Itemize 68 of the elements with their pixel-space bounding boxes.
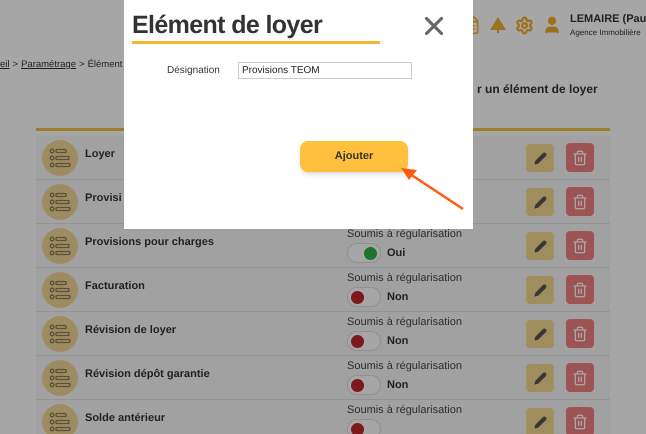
pencil-icon — [534, 284, 546, 296]
breadcrumb-text: > — [79, 58, 85, 72]
list-icon — [49, 148, 71, 168]
pencil-icon — [534, 416, 546, 428]
delete-button[interactable] — [566, 319, 594, 348]
delete-button[interactable] — [566, 363, 594, 392]
pencil-icon — [534, 328, 546, 340]
delete-button[interactable] — [566, 143, 594, 172]
list-icon — [49, 236, 71, 256]
toggle-switch[interactable] — [347, 243, 381, 263]
toggle-value: Non — [387, 334, 408, 349]
toggle-value: Non — [387, 290, 408, 305]
item-name: Solde antérieur — [85, 412, 166, 424]
regularisation-label: Soumis à régularisation — [347, 315, 463, 329]
add-button[interactable]: Ajouter — [300, 141, 408, 172]
edit-button[interactable] — [526, 144, 554, 172]
pencil-icon — [534, 152, 546, 164]
trash-icon — [572, 370, 588, 386]
trash-icon — [572, 194, 588, 210]
pencil-icon — [534, 240, 546, 252]
list-icon — [49, 412, 71, 432]
regularisation-label: Soumis à régularisation — [347, 403, 463, 417]
list-icon — [49, 280, 71, 300]
add-element-link[interactable]: r un élément de loyer — [477, 80, 598, 104]
pencil-icon — [534, 196, 546, 208]
delete-button[interactable] — [566, 275, 594, 304]
regularisation-label: Soumis à régularisation — [347, 359, 463, 373]
trash-icon — [572, 282, 588, 298]
toggle-switch[interactable] — [347, 331, 381, 351]
delete-button[interactable] — [566, 407, 594, 434]
toggle-switch[interactable] — [347, 419, 381, 434]
pencil-icon — [534, 372, 546, 384]
toggle-value: Oui — [387, 246, 406, 261]
regularisation-label: Soumis à régularisation — [347, 271, 463, 285]
breadcrumb-link[interactable]: eil — [0, 58, 10, 72]
list-icon — [49, 324, 71, 344]
breadcrumb-text: > — [12, 58, 18, 72]
breadcrumb-text: Élément — [88, 58, 122, 72]
trash-icon — [572, 150, 588, 166]
toggle-switch[interactable] — [347, 375, 381, 395]
regularisation-label: Soumis à régularisation — [347, 227, 463, 241]
item-name: Révision dépôt garantie — [85, 368, 210, 380]
toggle-switch[interactable] — [347, 287, 381, 307]
list-icon — [49, 192, 71, 212]
edit-button[interactable] — [526, 408, 554, 434]
item-name: Provisi — [85, 192, 122, 204]
agency-name: Agence Immobilière — [570, 27, 642, 40]
delete-button[interactable] — [566, 231, 594, 260]
delete-button[interactable] — [566, 187, 594, 216]
designation-field[interactable]: Provisions TEOM — [238, 62, 412, 79]
edit-button[interactable] — [526, 276, 554, 304]
designation-label: Désignation — [167, 64, 221, 78]
edit-button[interactable] — [526, 232, 554, 260]
item-name: Révision de loyer — [85, 324, 176, 336]
breadcrumb-link[interactable]: Paramétrage — [21, 58, 76, 72]
edit-button[interactable] — [526, 364, 554, 392]
edit-button[interactable] — [526, 188, 554, 216]
modal-title: Elément de loyer — [132, 10, 324, 41]
trash-icon — [572, 414, 588, 430]
trash-icon — [572, 238, 588, 254]
item-name: Loyer — [85, 148, 115, 160]
user-name: LEMAIRE (Pau — [570, 12, 646, 27]
edit-button[interactable] — [526, 320, 554, 348]
item-name: Provisions pour charges — [85, 236, 214, 248]
item-name: Facturation — [85, 280, 145, 292]
list-icon — [49, 368, 71, 388]
trash-icon — [572, 326, 588, 342]
toggle-value: Non — [387, 378, 408, 393]
